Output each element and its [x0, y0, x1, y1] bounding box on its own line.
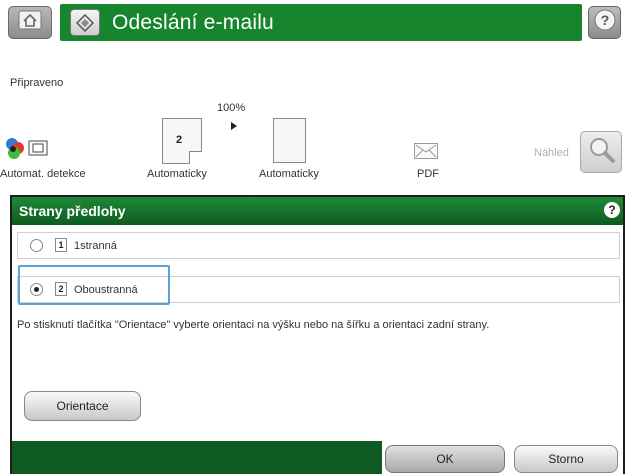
sides-badge: 2 [176, 134, 183, 146]
footer-bar [12, 441, 382, 474]
color-mode-label: Automat. detekce [0, 168, 86, 180]
option-label: 1stranná [74, 240, 117, 252]
sides-one-badge: 1 [55, 238, 67, 252]
preview-label: Náhled [534, 147, 569, 159]
status-text: Připraveno [10, 77, 64, 89]
radio-one-sided[interactable] [30, 239, 43, 252]
arrow-right-icon [231, 122, 237, 130]
svg-text:?: ? [600, 12, 609, 28]
option-one-sided[interactable]: 1 1stranná [17, 232, 620, 259]
page-fold [189, 151, 202, 164]
color-detect-icon[interactable] [4, 135, 54, 163]
ok-button[interactable]: OK [385, 445, 505, 473]
magnifier-icon [586, 135, 616, 170]
document-sides-icon[interactable]: 2 [162, 118, 202, 164]
pdf-envelope-icon[interactable] [414, 143, 438, 159]
document-size-icon[interactable] [273, 118, 306, 163]
page-title: Odeslání e-mailu [112, 11, 274, 34]
orientation-button[interactable]: Orientace [24, 391, 141, 421]
help-icon: ? [593, 8, 617, 37]
help-button[interactable]: ? [588, 6, 621, 39]
zoom-level: 100% [217, 102, 246, 114]
help-icon[interactable]: ? [604, 202, 620, 218]
cancel-button[interactable]: Storno [514, 445, 618, 473]
home-button[interactable] [8, 6, 52, 39]
size-label: Automaticky [259, 168, 319, 180]
selection-highlight [18, 265, 170, 305]
file-type-label: PDF [417, 168, 439, 180]
preview-button[interactable] [580, 131, 622, 173]
info-text: Po stisknutí tlačítka "Orientace" vybert… [17, 319, 490, 331]
panel-title: Strany předlohy [19, 203, 126, 219]
home-icon [17, 9, 43, 36]
email-send-icon [70, 9, 100, 36]
sides-label: Automaticky [147, 168, 207, 180]
